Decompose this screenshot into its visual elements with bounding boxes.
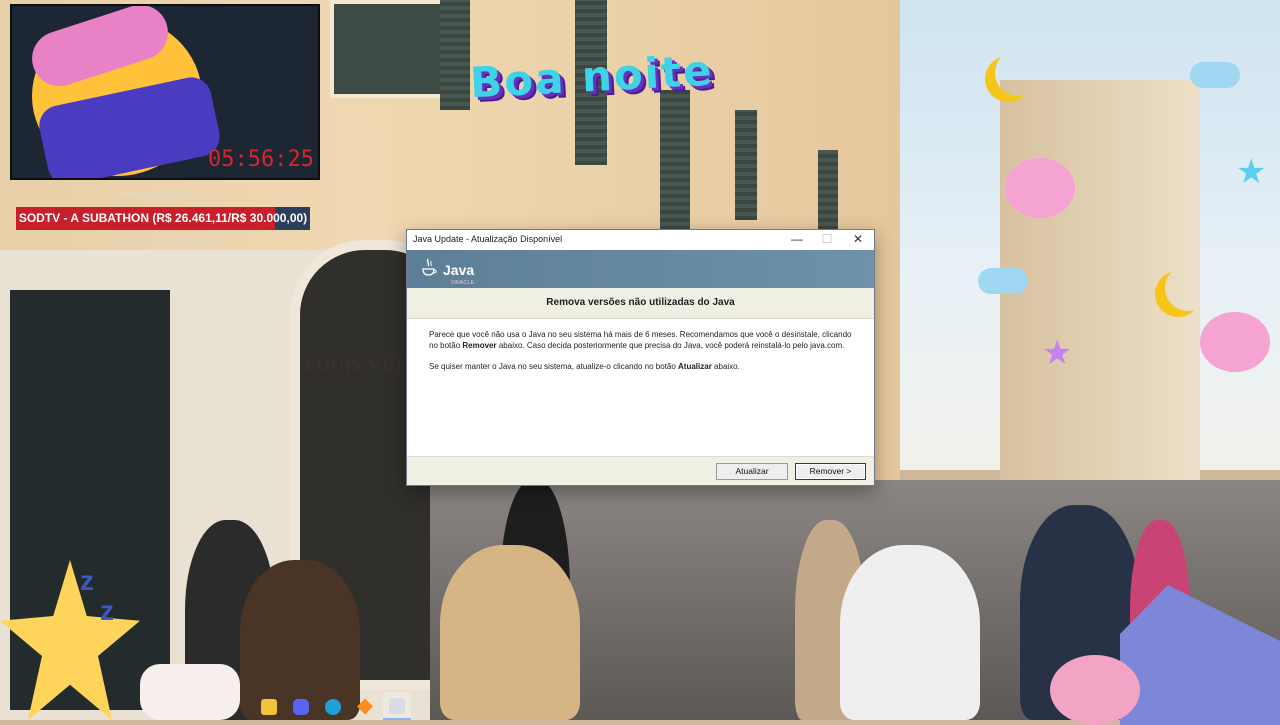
subathon-timer: 05:56:25 xyxy=(208,147,314,172)
message-bold: Remover xyxy=(462,341,497,350)
dialog-titlebar[interactable]: Java Update - Atualização Disponível — ☐… xyxy=(407,230,874,250)
pedestrian xyxy=(840,545,980,720)
window-shutter xyxy=(735,110,757,220)
moon-icon xyxy=(1165,265,1211,311)
goal-bar: SODTV - A SUBATHON (R$ 26.461,11/R$ 30.0… xyxy=(16,207,310,230)
taskbar xyxy=(255,693,425,720)
minimize-button[interactable]: — xyxy=(782,230,812,250)
sheep-icon xyxy=(1200,312,1270,372)
window-shutter xyxy=(660,90,690,230)
edge-icon xyxy=(325,698,341,715)
message-paragraph-2: Se quiser manter o Java no seu sistema, … xyxy=(429,361,852,372)
zzz-icon: z xyxy=(100,595,114,626)
discord-icon xyxy=(293,698,309,715)
building-window xyxy=(330,0,458,98)
goal-label: SODTV - A SUBATHON (R$ 26.461,11/R$ 30.0… xyxy=(18,211,308,225)
window-shutter xyxy=(440,0,470,110)
kirby-sticker xyxy=(1050,655,1140,725)
java-cup-icon xyxy=(422,258,437,276)
message-paragraph-1: Parece que você não usa o Java no seu si… xyxy=(429,329,852,351)
window-shutter xyxy=(818,150,838,230)
star-icon: ★ xyxy=(1236,153,1267,191)
cloud-icon xyxy=(978,268,1028,294)
update-button[interactable]: Atualizar xyxy=(716,463,788,480)
goal-subtitle: Termina em 4 meses xyxy=(114,234,217,246)
taskbar-java-update[interactable] xyxy=(383,693,411,720)
folder-icon xyxy=(261,698,277,715)
close-button[interactable]: ✕ xyxy=(843,230,873,250)
dialog-body: Parece que você não usa o Java no seu si… xyxy=(407,319,874,459)
taskbar-app[interactable] xyxy=(351,693,379,720)
message-text: Se quiser manter o Java no seu sistema, … xyxy=(429,362,679,371)
window-title: Java Update - Atualização Disponível xyxy=(413,234,563,244)
message-bold: Atualizar xyxy=(678,362,712,371)
java-update-dialog: Java Update - Atualização Disponível — ☐… xyxy=(406,229,875,486)
taskbar-discord[interactable] xyxy=(287,693,315,720)
oracle-wordmark: ORACLE xyxy=(451,280,475,286)
dialog-heading: Remova versões não utilizadas do Java xyxy=(407,288,874,319)
java-update-icon xyxy=(389,697,405,714)
webcam-overlay: 05:56:25 xyxy=(10,4,320,180)
dialog-footer: Atualizar Remover > xyxy=(407,456,874,485)
maximize-button[interactable]: ☐ xyxy=(812,230,842,250)
java-wordmark: Java xyxy=(443,262,475,278)
star-icon: ★ xyxy=(1042,334,1073,372)
app-icon xyxy=(357,698,373,715)
remove-button[interactable]: Remover > xyxy=(795,463,866,480)
taskbar-edge[interactable] xyxy=(319,693,347,720)
cat-sticker xyxy=(140,664,240,720)
pedestrian xyxy=(440,545,580,720)
java-banner: Java ORACLE xyxy=(407,250,874,288)
message-text: abaixo. Caso decida posteriormente que p… xyxy=(496,341,845,350)
moon-icon xyxy=(995,50,1041,96)
sheep-icon xyxy=(1005,158,1075,218)
social-handle: livepix.gg/sodtz xyxy=(120,188,196,200)
zzz-icon: z xyxy=(80,565,94,596)
cloud-icon xyxy=(1190,62,1240,88)
taskbar-explorer[interactable] xyxy=(255,693,283,720)
message-text: abaixo. xyxy=(711,362,740,371)
